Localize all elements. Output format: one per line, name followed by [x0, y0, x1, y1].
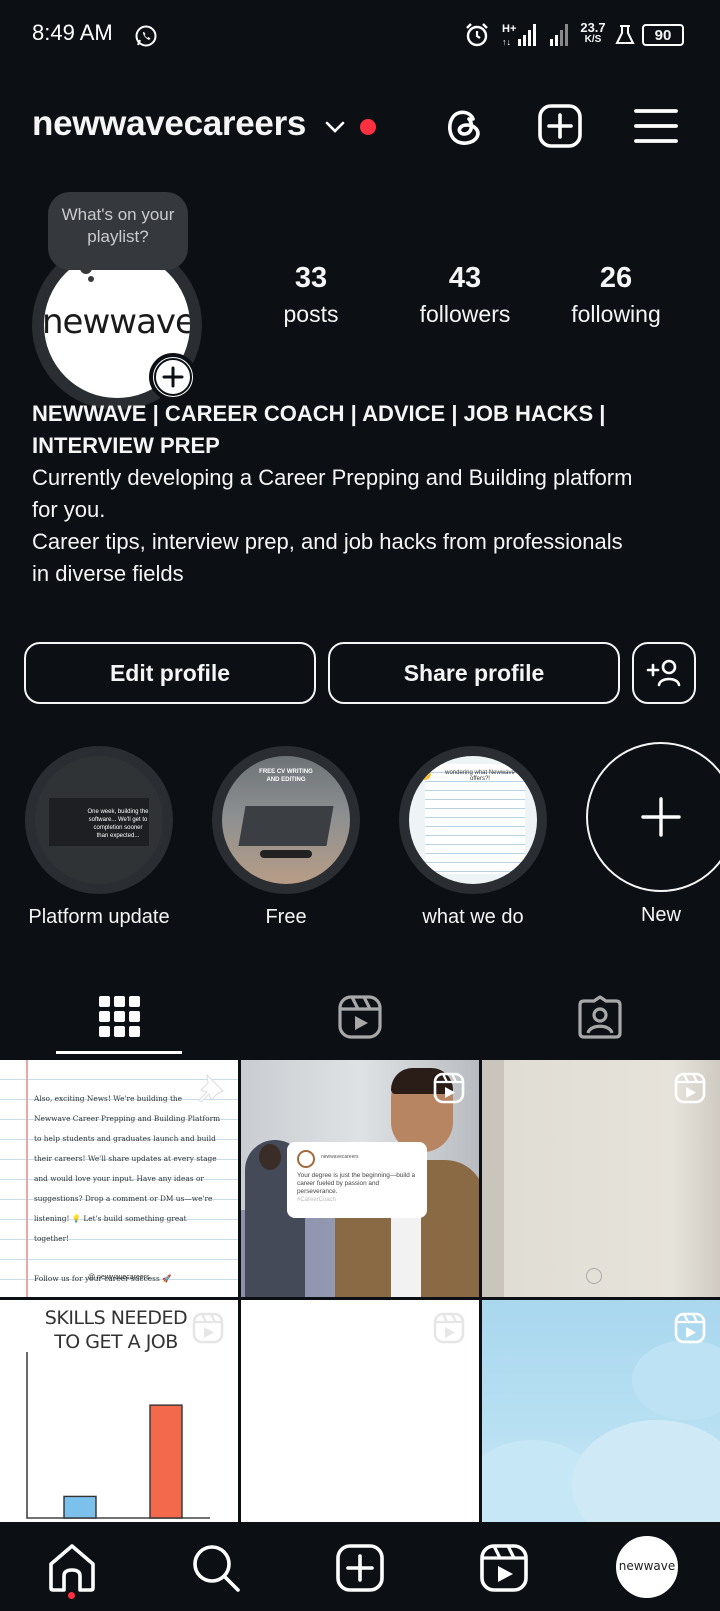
post-text-line: listening! 💡 Let's build something great — [34, 1214, 187, 1223]
highlight-new[interactable]: New — [586, 742, 720, 927]
tab-grid[interactable] — [0, 982, 240, 1052]
highlight-ring: FREE CV WRITING AND EDITING — [212, 746, 360, 894]
home-notification-dot — [68, 1592, 75, 1599]
bio-name: INTERVIEW PREP — [32, 433, 220, 458]
reel-icon — [433, 1312, 465, 1344]
highlight-platform-update[interactable]: One week, building the software... We'll… — [24, 746, 174, 929]
post-tile[interactable] — [241, 1300, 479, 1522]
svg-text:↑↓: ↑↓ — [502, 37, 511, 47]
chart-bar — [63, 1495, 97, 1519]
highlight-thumbnail: One week, building the software... We'll… — [35, 756, 163, 884]
share-profile-button[interactable]: Share profile — [328, 642, 620, 704]
highlight-ring: One week, building the software... We'll… — [25, 746, 173, 894]
tab-tagged[interactable] — [480, 982, 720, 1052]
pin-icon — [198, 1073, 224, 1102]
status-time: 8:49 AM — [32, 20, 113, 45]
post-text-line: and would love your input. Have any idea… — [34, 1174, 204, 1183]
reels-icon — [338, 995, 382, 1039]
search-icon[interactable] — [190, 1542, 242, 1594]
post-text-line: Newwave Career Prepping and Building Pla… — [34, 1114, 221, 1123]
post-tile[interactable] — [482, 1060, 720, 1297]
grid-icon — [99, 996, 140, 1037]
notification-dot — [360, 119, 376, 135]
stat-following[interactable]: 26 following — [541, 262, 691, 328]
highlight-free[interactable]: FREE CV WRITING AND EDITING Free — [211, 746, 361, 929]
quote-card: newwavecareers Your degree is just the b… — [287, 1142, 427, 1218]
reel-icon — [433, 1072, 465, 1104]
post-tile[interactable]: Also, exciting News! We're building the N… — [0, 1060, 238, 1297]
reel-icon — [192, 1312, 224, 1344]
note-bubble-tail — [80, 262, 92, 274]
post-text-line: to help students and graduates launch an… — [34, 1134, 216, 1143]
post-text-line: suggestions? Drop a comment or DM us—we'… — [34, 1194, 213, 1203]
username-switcher[interactable]: newwavecareers — [32, 104, 306, 144]
plus-icon — [641, 797, 681, 837]
bottom-nav: newwave — [0, 1522, 720, 1611]
add-person-icon — [646, 659, 681, 687]
reel-icon — [674, 1312, 706, 1344]
bio-text: in diverse fields — [32, 561, 184, 586]
post-text-line — [34, 1249, 234, 1269]
note-bubble-tail — [88, 276, 94, 282]
home-icon[interactable] — [46, 1542, 98, 1594]
post-tile[interactable] — [482, 1300, 720, 1522]
bio-text: Career tips, interview prep, and job hac… — [32, 529, 623, 554]
signal-icon: H+ ↑↓ — [502, 23, 536, 47]
signal-icon — [550, 24, 568, 46]
add-story-button[interactable] — [149, 353, 197, 401]
plus-icon — [154, 358, 192, 396]
create-icon[interactable] — [536, 102, 584, 150]
profile-avatar[interactable]: newwave — [616, 1536, 678, 1598]
new-highlight-circle — [586, 742, 720, 892]
highlight-ring: wondering what Newwave offers?! — [399, 746, 547, 894]
tagged-icon — [578, 995, 622, 1039]
post-tile[interactable]: newwavecareers Your degree is just the b… — [241, 1060, 479, 1297]
reel-icon — [674, 1072, 706, 1104]
stat-posts[interactable]: 33 posts — [236, 262, 386, 328]
post-text-line: their careers! We'll share updates at ev… — [34, 1154, 217, 1163]
highlight-thumbnail: FREE CV WRITING AND EDITING — [222, 756, 350, 884]
note-bubble[interactable]: What's on your playlist? — [48, 192, 188, 270]
tab-indicator — [56, 1051, 182, 1054]
threads-icon[interactable] — [440, 102, 488, 150]
chevron-down-icon[interactable] — [324, 116, 346, 138]
edit-profile-button[interactable]: Edit profile — [24, 642, 316, 704]
post-tile[interactable]: SKILLS NEEDED TO GET A JOB — [0, 1300, 238, 1522]
post-handle: @ newwavecareers — [88, 1274, 150, 1281]
avatar-logo-text: newwave — [44, 302, 190, 342]
alarm-icon — [466, 23, 488, 47]
reels-icon[interactable] — [478, 1542, 530, 1594]
svg-text:H+: H+ — [502, 23, 516, 35]
beaker-icon — [615, 25, 635, 44]
battery-icon: 90 — [642, 24, 684, 46]
status-bar: 8:49 AM H+ ↑↓ 23.7 K/S 90 — [0, 0, 720, 72]
tab-reels[interactable] — [240, 982, 480, 1052]
menu-icon[interactable] — [632, 102, 680, 150]
post-text-line: together! — [34, 1234, 70, 1243]
bio-text: for you. — [32, 497, 106, 522]
whatsapp-icon — [135, 25, 157, 47]
bio-text: Currently developing a Career Prepping a… — [32, 465, 633, 490]
add-person-button[interactable] — [632, 642, 696, 704]
network-speed: 23.7 K/S — [580, 20, 606, 45]
highlight-thumbnail: wondering what Newwave offers?! — [409, 756, 537, 884]
bio: NEWWAVE | CAREER COACH | ADVICE | JOB HA… — [32, 398, 692, 590]
chart-bar — [149, 1404, 183, 1519]
create-icon[interactable] — [334, 1542, 386, 1594]
stat-followers[interactable]: 43 followers — [390, 262, 540, 328]
highlight-what-we-do[interactable]: wondering what Newwave offers?! what we … — [398, 746, 548, 929]
bio-name: NEWWAVE | CAREER COACH | ADVICE | JOB HA… — [32, 401, 606, 426]
